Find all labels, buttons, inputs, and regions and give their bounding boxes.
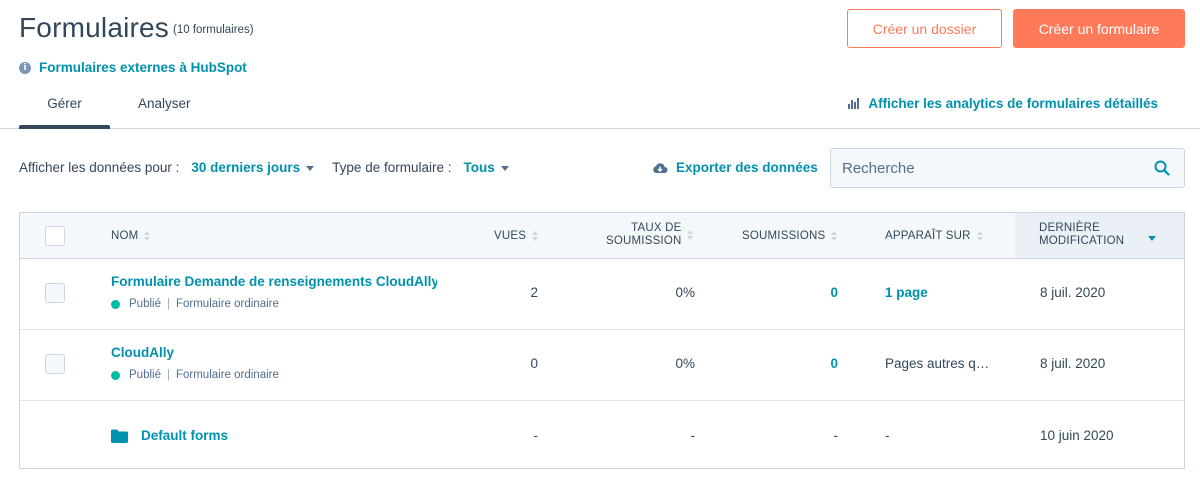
caret-down-icon: [500, 165, 509, 171]
sort-icon: [687, 230, 694, 240]
form-type: Formulaire ordinaire: [175, 369, 279, 381]
select-all-checkbox[interactable]: [45, 226, 65, 246]
last-modified-value: 8 juil. 2020: [1040, 356, 1106, 371]
form-count: (10 formulaires): [173, 24, 254, 36]
sort-icon: [144, 231, 151, 241]
form-status: Publié: [129, 369, 161, 381]
last-modified-value: 8 juil. 2020: [1040, 285, 1106, 300]
form-meta: Publié | Formulaire ordinaire: [111, 369, 279, 381]
row-checkbox[interactable]: [45, 354, 65, 374]
create-folder-button[interactable]: Créer un dossier: [847, 9, 1002, 48]
column-submission-rate[interactable]: TAUX DE SOUMISSION: [606, 222, 694, 248]
tab-active-indicator: [19, 125, 110, 129]
table-row: Formulaire Demande de renseignements Clo…: [20, 259, 1184, 330]
appears-on-value: -: [885, 428, 890, 443]
period-filter-value: 30 derniers jours: [191, 160, 301, 175]
tab-manage[interactable]: Gérer: [19, 96, 110, 111]
type-filter-value: Tous: [463, 160, 495, 175]
search-icon[interactable]: [1154, 160, 1170, 176]
form-name-link[interactable]: Formulaire Demande de renseignements Clo…: [111, 274, 437, 289]
column-last-modified[interactable]: DERNIÈRE MODIFICATION: [1039, 222, 1157, 248]
form-name-link[interactable]: CloudAlly: [111, 345, 174, 360]
appears-on-link[interactable]: 1 page: [885, 285, 928, 300]
external-forms-link[interactable]: i Formulaires externes à HubSpot: [19, 60, 247, 75]
table-row-folder: Default forms - - - - 10 juin 2020: [20, 401, 1184, 472]
table-header: NOM VUES TAUX DE SOUMISSION SOUMISSIONS …: [20, 213, 1184, 259]
views-value: 2: [530, 285, 538, 300]
form-meta: Publié | Formulaire ordinaire: [111, 298, 279, 310]
views-value: 0: [530, 356, 538, 371]
column-submissions[interactable]: SOUMISSIONS: [742, 230, 838, 242]
column-appears-on[interactable]: APPARAÎT SUR: [885, 230, 983, 242]
folder-link[interactable]: Default forms: [111, 428, 228, 443]
submission-rate-value: 0%: [675, 356, 695, 371]
last-modified-value: 10 juin 2020: [1040, 428, 1114, 443]
tab-analyze[interactable]: Analyser: [138, 96, 191, 111]
row-checkbox[interactable]: [45, 283, 65, 303]
forms-table: NOM VUES TAUX DE SOUMISSION SOUMISSIONS …: [19, 212, 1185, 469]
info-icon: i: [19, 61, 31, 74]
search-box: [830, 148, 1185, 188]
cloud-download-icon: [653, 162, 668, 173]
tab-bar: Gérer Analyser Afficher les analytics de…: [0, 86, 1200, 129]
submission-rate-value: 0%: [675, 285, 695, 300]
caret-down-icon: [306, 165, 315, 171]
period-filter-label: Afficher les données pour :: [19, 160, 180, 175]
sort-icon: [532, 231, 539, 241]
external-forms-label: Formulaires externes à HubSpot: [39, 60, 247, 75]
export-data-label: Exporter des données: [676, 160, 818, 175]
sort-icon: [831, 231, 838, 241]
published-status-dot: [111, 370, 120, 380]
export-data-link[interactable]: Exporter des données: [652, 160, 818, 175]
submissions-value: -: [833, 428, 839, 443]
create-form-button[interactable]: Créer un formulaire: [1013, 9, 1185, 48]
form-status: Publié: [129, 298, 161, 310]
detailed-analytics-link[interactable]: Afficher les analytics de formulaires dé…: [848, 96, 1158, 111]
folder-name: Default forms: [141, 428, 229, 443]
sort-descending-icon: [1148, 235, 1157, 241]
submissions-link[interactable]: 0: [738, 356, 838, 371]
column-views[interactable]: VUES: [494, 230, 539, 242]
sort-icon: [976, 231, 983, 241]
detailed-analytics-label: Afficher les analytics de formulaires dé…: [868, 96, 1158, 111]
submissions-link[interactable]: 0: [738, 285, 838, 300]
column-name[interactable]: NOM: [111, 230, 151, 242]
type-filter-label: Type de formulaire :: [332, 160, 452, 175]
page-title: Formulaires: [19, 12, 170, 43]
type-filter-dropdown[interactable]: Tous: [463, 160, 509, 175]
bar-chart-icon: [848, 98, 860, 109]
form-type: Formulaire ordinaire: [175, 298, 279, 310]
appears-on-value: Pages autres q…: [885, 356, 990, 371]
published-status-dot: [111, 299, 120, 309]
filter-bar: Afficher les données pour : 30 derniers …: [19, 160, 509, 175]
folder-icon: [111, 429, 128, 443]
table-row: CloudAlly Publié | Formulaire ordinaire …: [20, 330, 1184, 401]
views-value: -: [533, 428, 539, 443]
search-input[interactable]: [831, 149, 1141, 187]
period-filter-dropdown[interactable]: 30 derniers jours: [191, 160, 315, 175]
submission-rate-value: -: [690, 428, 696, 443]
